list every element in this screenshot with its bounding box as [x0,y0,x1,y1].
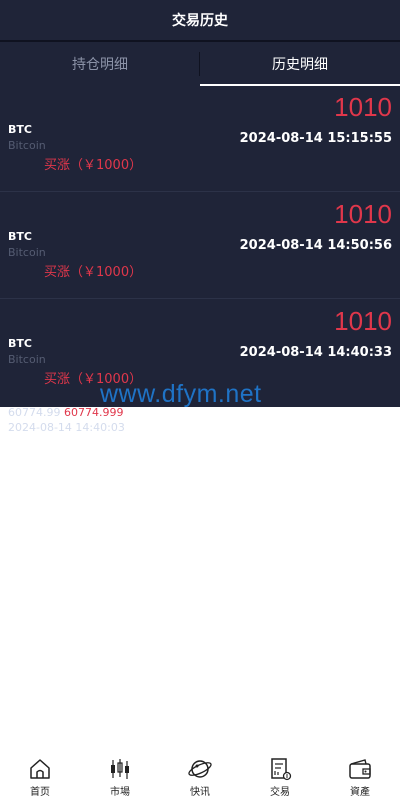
overflow-price-a: 60774.99 [8,406,61,419]
nav-news[interactable]: 快讯 [160,752,240,800]
nav-label: 市場 [110,787,130,798]
nav-label: 首页 [30,787,50,798]
tab-history[interactable]: 历史明细 [200,42,400,86]
wallet-icon [349,759,371,779]
record-symbol: BTC [8,123,32,136]
tab-positions[interactable]: 持仓明细 [0,42,200,86]
overflow-record: 60774.99 60774.999 2024-08-14 14:40:03 [8,405,125,435]
history-record[interactable]: 1010 BTC Bitcoin 2024-08-14 14:50:56 买涨（… [0,193,400,299]
trade-document-icon [271,758,292,781]
record-asset-name: Bitcoin [8,139,46,152]
record-asset-name: Bitcoin [8,353,46,366]
bottom-nav: 首页 市場 快讯 交易 資產 [0,752,400,800]
record-amount: 1010 [334,92,392,122]
record-divider [0,298,400,299]
record-time: 2024-08-14 14:40:33 [239,345,392,360]
nav-label: 交易 [270,787,290,798]
overflow-time: 2024-08-14 14:40:03 [8,421,125,434]
nav-label: 資產 [350,787,370,798]
record-divider [0,191,400,192]
record-symbol: BTC [8,337,32,350]
tab-divider [199,52,200,76]
home-icon [30,759,50,779]
history-record[interactable]: 1010 BTC Bitcoin 2024-08-14 15:15:55 买涨（… [0,86,400,192]
watermark: www.dfym.net [100,380,262,408]
record-amount: 1010 [334,199,392,229]
record-time: 2024-08-14 14:50:56 [239,238,392,253]
nav-trade[interactable]: 交易 [240,752,320,800]
nav-market[interactable]: 市場 [80,752,160,800]
candlestick-icon [111,759,129,779]
planet-icon [188,760,212,778]
nav-assets[interactable]: 資產 [320,752,400,800]
tab-bar: 持仓明细 历史明细 [0,42,400,86]
nav-label: 快讯 [190,787,210,798]
record-amount: 1010 [334,306,392,336]
page-header: 交易历史 [0,0,400,40]
record-side: 买涨（￥1000） [44,158,143,173]
record-symbol: BTC [8,230,32,243]
page-title: 交易历史 [172,13,228,29]
record-asset-name: Bitcoin [8,246,46,259]
record-side: 买涨（￥1000） [44,265,143,280]
record-time: 2024-08-14 15:15:55 [239,131,392,146]
nav-home[interactable]: 首页 [0,752,80,800]
